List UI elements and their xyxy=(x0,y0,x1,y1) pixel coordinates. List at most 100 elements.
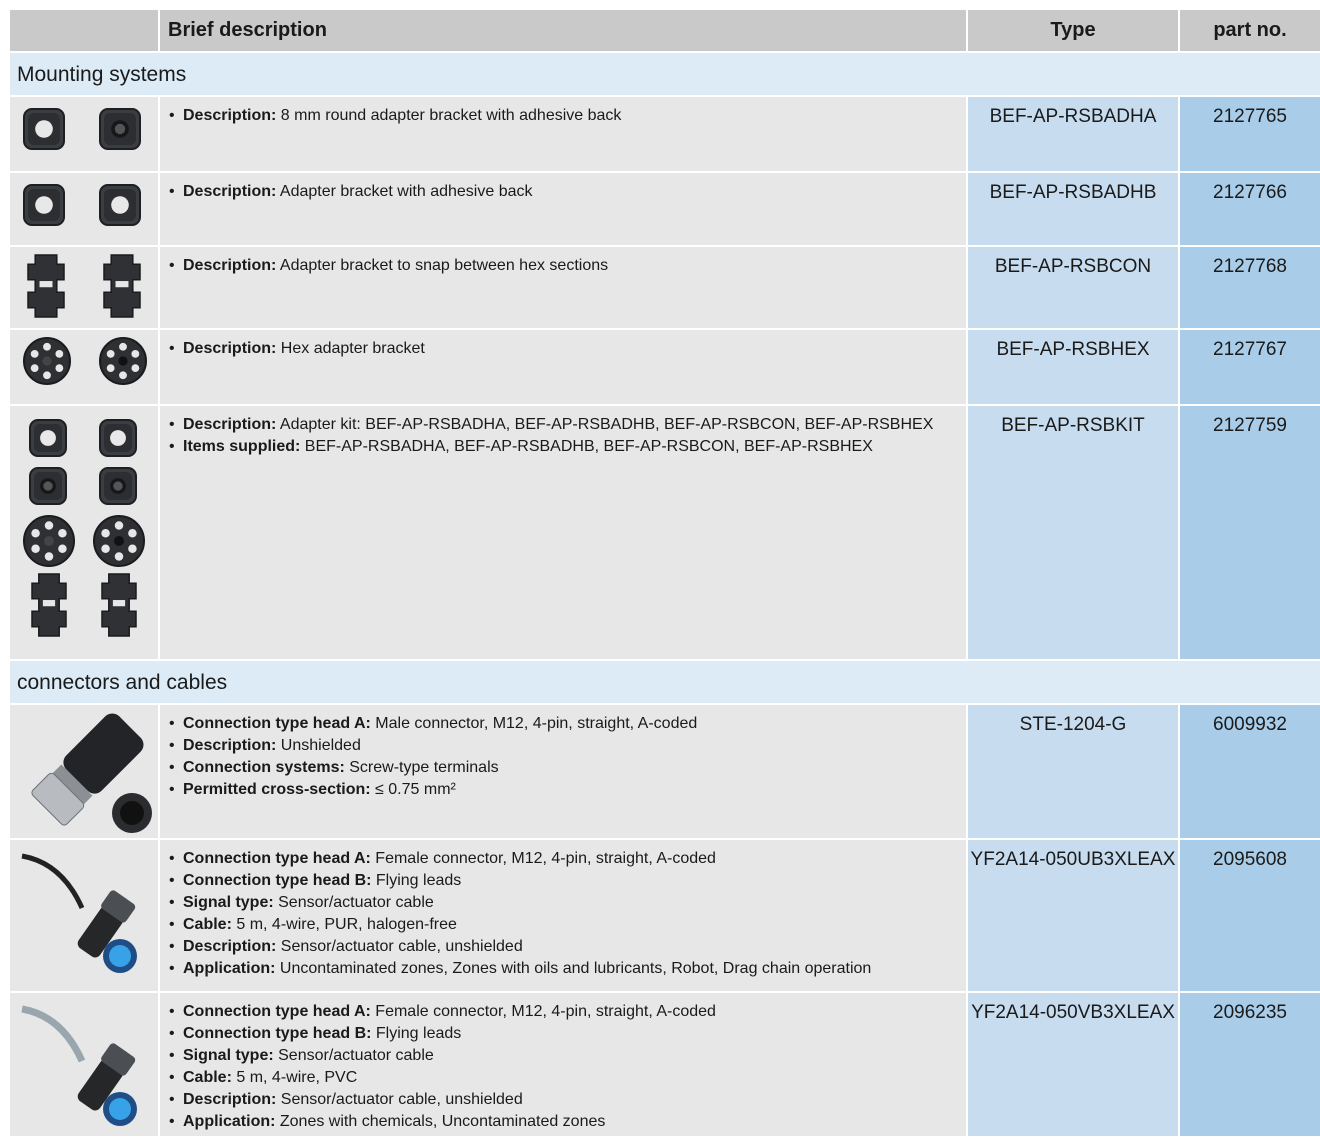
product-image xyxy=(10,406,160,659)
spec-value: Hex adapter bracket xyxy=(276,340,425,357)
spec-label: Cable: xyxy=(183,1069,232,1086)
product-type: BEF-AP-RSBKIT xyxy=(968,406,1180,659)
product-description: Description: Adapter kit: BEF-AP-RSBADHA… xyxy=(160,406,968,659)
product-image xyxy=(10,173,160,245)
product-description: Description: 8 mm round adapter bracket … xyxy=(160,97,968,171)
header-part-no: part no. xyxy=(1213,19,1287,41)
product-description: Description: Adapter bracket to snap bet… xyxy=(160,247,968,328)
snap-bracket-icon xyxy=(27,254,141,318)
spec-list: Connection type head A: Female connector… xyxy=(169,848,966,980)
product-row: Description: Adapter bracket with adhesi… xyxy=(10,173,1320,247)
product-type: STE-1204-G xyxy=(968,705,1180,838)
spec-value: Male connector, M12, 4-pin, straight, A-… xyxy=(370,715,698,732)
section-heading: connectors and cables xyxy=(10,661,1320,705)
spec-label: Cable: xyxy=(183,916,232,933)
product-row: Description: Adapter kit: BEF-AP-RSBADHA… xyxy=(10,406,1320,661)
header-image-col xyxy=(10,10,160,51)
spec-label: Connection type head A: xyxy=(183,850,371,867)
spec-item: Signal type: Sensor/actuator cable xyxy=(169,1045,966,1067)
product-part-no: 2127766 xyxy=(1180,173,1320,245)
product-image xyxy=(10,247,160,328)
spec-item: Connection type head A: Male connector, … xyxy=(169,713,966,735)
product-part-no: 6009932 xyxy=(1180,705,1320,838)
spec-value: Female connector, M12, 4-pin, straight, … xyxy=(370,850,716,867)
spec-item: Description: Adapter bracket with adhesi… xyxy=(169,181,966,203)
spec-label: Items supplied: xyxy=(183,438,301,455)
spec-label: Description: xyxy=(183,416,277,433)
spec-list: Description: Adapter kit: BEF-AP-RSBADHA… xyxy=(169,414,966,458)
spec-label: Description: xyxy=(183,107,277,124)
product-description: Connection type head A: Male connector, … xyxy=(160,705,968,838)
header-type: Type xyxy=(968,10,1180,51)
spec-list: Connection type head A: Male connector, … xyxy=(169,713,966,801)
product-description: Description: Hex adapter bracket xyxy=(160,330,968,404)
spec-item: Description: Adapter kit: BEF-AP-RSBADHA… xyxy=(169,414,966,436)
product-type: BEF-AP-RSBADHB xyxy=(968,173,1180,245)
product-table: Brief description Type part no. Mounting… xyxy=(10,10,1320,1138)
spec-label: Description: xyxy=(183,340,277,357)
product-description: Description: Adapter bracket with adhesi… xyxy=(160,173,968,245)
product-type: BEF-AP-RSBCON xyxy=(968,247,1180,328)
product-row: Description: Adapter bracket to snap bet… xyxy=(10,247,1320,330)
hex-adapter-icon xyxy=(23,337,147,385)
spec-value: Zones with chemicals, Uncontaminated zon… xyxy=(275,1113,606,1130)
spec-value: BEF-AP-RSBADHA, BEF-AP-RSBADHB, BEF-AP-R… xyxy=(300,438,873,455)
spec-label: Description: xyxy=(183,737,277,754)
spec-item: Connection type head A: Female connector… xyxy=(169,848,966,870)
product-type: BEF-AP-RSBHEX xyxy=(968,330,1180,404)
product-type: YF2A14-050UB3XLEAX xyxy=(968,840,1180,991)
spec-item: Permitted cross-section: ≤ 0.75 mm² xyxy=(169,779,966,801)
spec-value: ≤ 0.75 mm² xyxy=(370,781,456,798)
spec-item: Application: Uncontaminated zones, Zones… xyxy=(169,958,966,980)
spec-value: 5 m, 4-wire, PUR, halogen-free xyxy=(231,916,457,933)
product-row: Description: Hex adapter bracket BEF-AP-… xyxy=(10,330,1320,406)
spec-label: Connection type head A: xyxy=(183,715,371,732)
product-part-no: 2096235 xyxy=(1180,993,1320,1136)
product-image xyxy=(10,97,160,171)
spec-item: Cable: 5 m, 4-wire, PUR, halogen-free xyxy=(169,914,966,936)
spec-label: Description: xyxy=(183,257,277,274)
cable-grey-icon xyxy=(21,1005,137,1126)
spec-label: Description: xyxy=(183,1091,277,1108)
spec-value: Flying leads xyxy=(371,872,462,889)
spec-item: Connection type head B: Flying leads xyxy=(169,1023,966,1045)
product-part-no: 2127768 xyxy=(1180,247,1320,328)
spec-value: Flying leads xyxy=(371,1025,462,1042)
product-image xyxy=(10,705,160,838)
spec-item: Signal type: Sensor/actuator cable xyxy=(169,892,966,914)
male-connector-icon xyxy=(31,713,152,833)
spec-value: Sensor/actuator cable, unshielded xyxy=(276,938,523,955)
spec-value: Screw-type terminals xyxy=(344,759,499,776)
spec-item: Connection type head B: Flying leads xyxy=(169,870,966,892)
product-part-no: 2127767 xyxy=(1180,330,1320,404)
adapter-kit-icon xyxy=(23,419,145,637)
spec-item: Application: Zones with chemicals, Uncon… xyxy=(169,1111,966,1133)
spec-value: Female connector, M12, 4-pin, straight, … xyxy=(370,1003,716,1020)
cable-black-icon xyxy=(21,853,137,973)
product-row: Description: 8 mm round adapter bracket … xyxy=(10,97,1320,173)
spec-label: Connection systems: xyxy=(183,759,345,776)
spec-list: Description: Adapter bracket to snap bet… xyxy=(169,255,966,277)
spec-item: Description: Unshielded xyxy=(169,735,966,757)
spec-item: Connection systems: Screw-type terminals xyxy=(169,757,966,779)
square-adapter-icon xyxy=(23,108,141,150)
spec-label: Description: xyxy=(183,938,277,955)
product-image xyxy=(10,840,160,991)
spec-value: 8 mm round adapter bracket with adhesive… xyxy=(276,107,622,124)
product-description: Connection type head A: Female connector… xyxy=(160,840,968,991)
spec-label: Application: xyxy=(183,960,276,977)
spec-value: Sensor/actuator cable, unshielded xyxy=(276,1091,523,1108)
product-type: BEF-AP-RSBADHA xyxy=(968,97,1180,171)
spec-value: 5 m, 4-wire, PVC xyxy=(231,1069,358,1086)
spec-value: Unshielded xyxy=(276,737,361,754)
spec-list: Description: Adapter bracket with adhesi… xyxy=(169,181,966,203)
header-description: Brief description xyxy=(160,10,968,51)
product-part-no: 2095608 xyxy=(1180,840,1320,991)
spec-item: Cable: 5 m, 4-wire, PVC xyxy=(169,1067,966,1089)
spec-item: Description: Sensor/actuator cable, unsh… xyxy=(169,1089,966,1111)
product-type: YF2A14-050VB3XLEAX xyxy=(968,993,1180,1136)
spec-label: Application: xyxy=(183,1113,276,1130)
spec-label: Signal type: xyxy=(183,894,274,911)
spec-list: Connection type head A: Female connector… xyxy=(169,1001,966,1133)
spec-label: Permitted cross-section: xyxy=(183,781,371,798)
